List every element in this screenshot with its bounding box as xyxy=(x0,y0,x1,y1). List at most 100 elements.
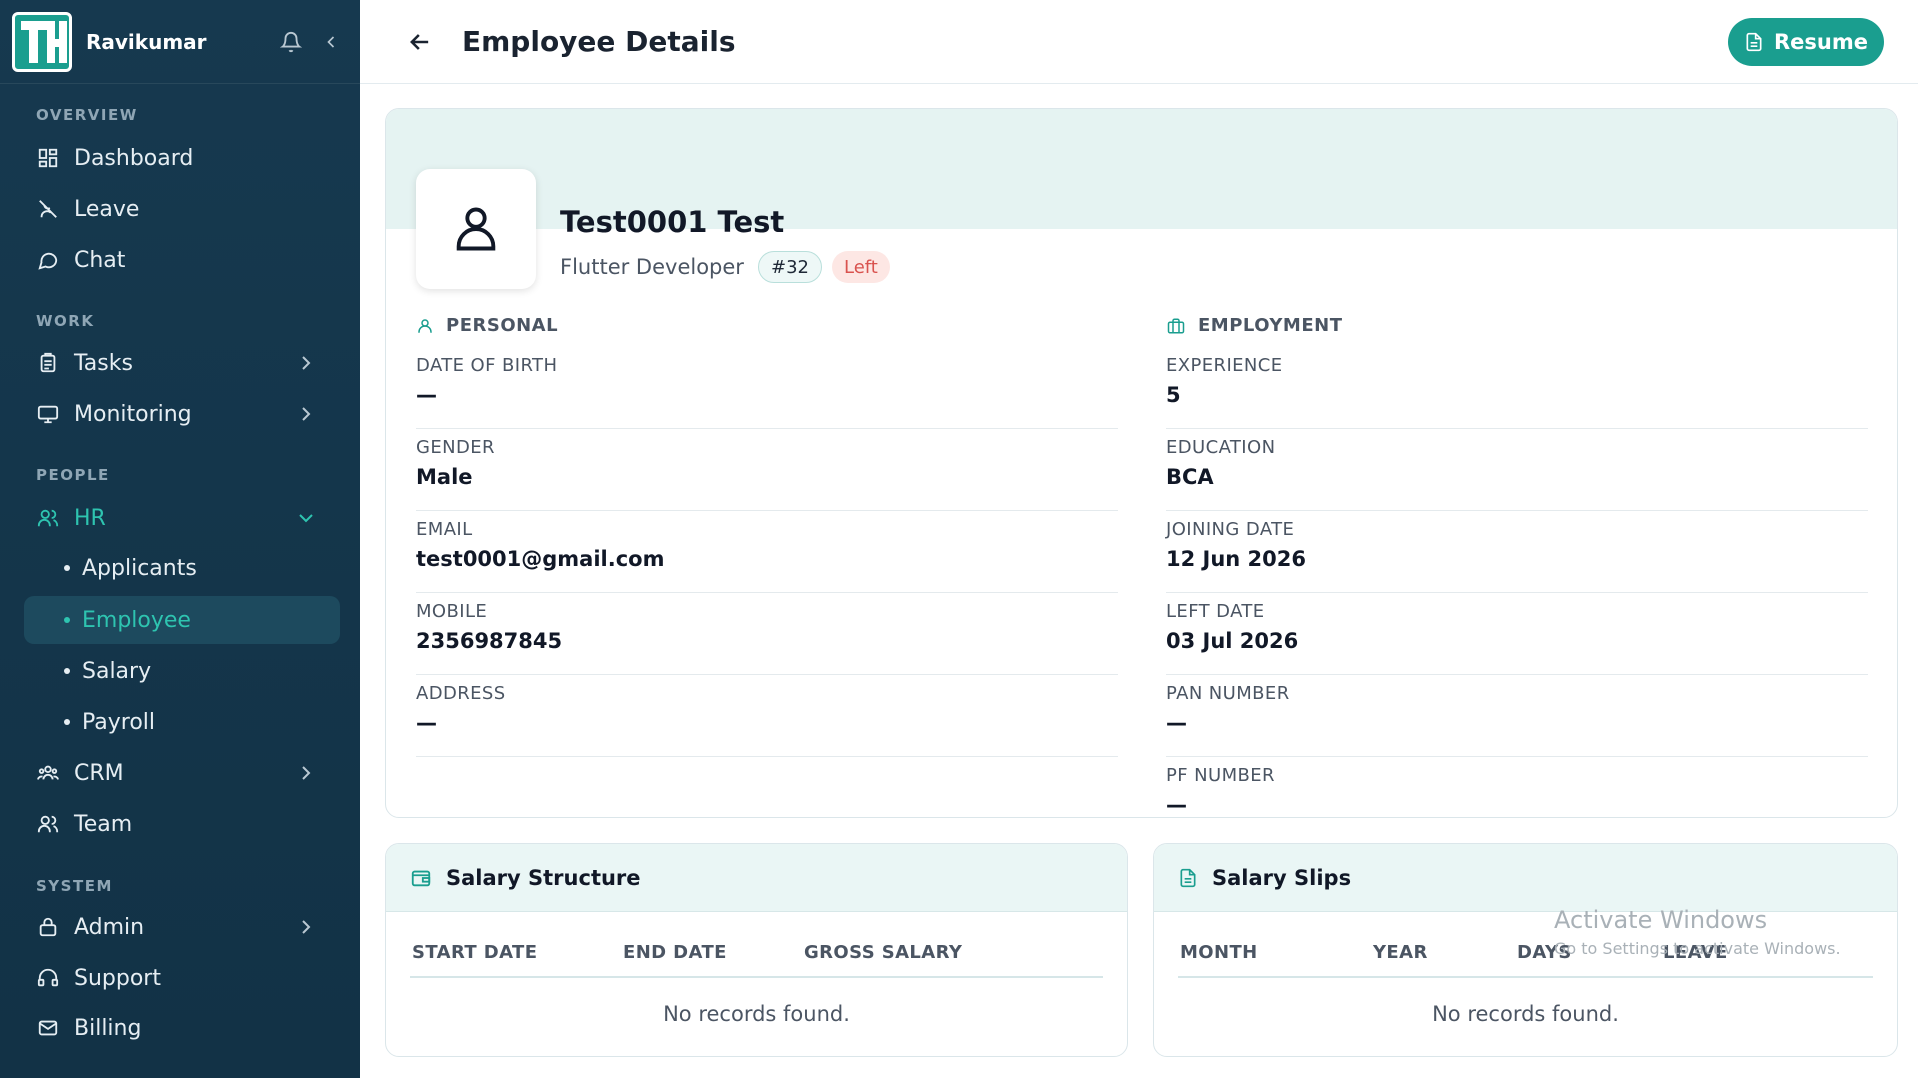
chat-icon xyxy=(36,248,60,272)
section-system: SYSTEM xyxy=(36,877,113,895)
employee-id-badge: #32 xyxy=(758,251,822,283)
nav-label: Employee xyxy=(82,607,191,633)
nav-salary[interactable]: Salary xyxy=(24,647,340,695)
column-header[interactable]: GROSS SALARY xyxy=(804,942,962,963)
support-headset-icon xyxy=(36,966,60,990)
salary-slips-header: Salary Slips xyxy=(1154,844,1897,912)
sidebar-header: Ravikumar xyxy=(0,0,360,84)
employee-role: Flutter Developer xyxy=(560,255,744,279)
sidebar: Ravikumar OVERVIEW Dashboard Leave Chat … xyxy=(0,0,360,1078)
app-logo[interactable] xyxy=(12,11,72,72)
field-experience: EXPERIENCE 5 xyxy=(1166,347,1868,429)
field-label: PAN NUMBER xyxy=(1166,683,1290,704)
nav-label: Monitoring xyxy=(74,401,192,427)
nav-label: Applicants xyxy=(82,555,197,581)
nav-label: Chat xyxy=(74,247,126,273)
monitor-icon xyxy=(36,402,60,426)
nav-applicants[interactable]: Applicants xyxy=(24,544,340,592)
card-title: Salary Slips xyxy=(1212,865,1352,890)
nav-admin[interactable]: Admin xyxy=(24,903,340,951)
resume-label: Resume xyxy=(1774,30,1868,54)
chevron-down-icon xyxy=(299,514,313,523)
section-people: PEOPLE xyxy=(36,466,110,484)
nav-billing[interactable]: Billing xyxy=(24,1004,340,1052)
field-value: Male xyxy=(416,465,473,489)
field-label: GENDER xyxy=(416,437,495,458)
nav-dashboard[interactable]: Dashboard xyxy=(24,134,340,182)
section-work: WORK xyxy=(36,312,95,330)
top-bar: Employee Details Resume xyxy=(360,0,1918,84)
nav-hr[interactable]: HR xyxy=(24,494,340,542)
column-header[interactable]: YEAR xyxy=(1373,942,1428,963)
user-name: Ravikumar xyxy=(86,29,207,54)
nav-crm[interactable]: CRM xyxy=(24,749,340,797)
nav-employee[interactable]: Employee xyxy=(24,596,340,644)
field-gender: GENDER Male xyxy=(416,429,1118,511)
nav-monitoring[interactable]: Monitoring xyxy=(24,390,340,438)
nav-leave[interactable]: Leave xyxy=(24,185,340,233)
field-value: test0001@gmail.com xyxy=(416,547,665,571)
salary-structure-card: Salary Structure START DATE END DATE GRO… xyxy=(385,843,1128,1057)
document-icon xyxy=(1746,32,1762,52)
field-address: ADDRESS — xyxy=(416,675,1118,757)
status-badge: Left xyxy=(832,251,890,283)
activation-watermark-title: Activate Windows xyxy=(1554,906,1768,934)
hr-users-icon xyxy=(36,506,60,530)
nav-chat[interactable]: Chat xyxy=(24,236,340,284)
nav-label: HR xyxy=(74,505,106,531)
nav-label: Leave xyxy=(74,196,140,222)
bell-icon[interactable] xyxy=(274,25,308,59)
nav-tasks[interactable]: Tasks xyxy=(24,339,340,387)
chevron-right-icon xyxy=(302,920,311,934)
nav-support[interactable]: Support xyxy=(24,954,340,1002)
page-title: Employee Details xyxy=(462,25,736,58)
field-mobile: MOBILE 2356987845 xyxy=(416,593,1118,675)
wallet-icon xyxy=(411,870,431,886)
column-header[interactable]: START DATE xyxy=(412,942,537,963)
field-value: BCA xyxy=(1166,465,1214,489)
field-pan-number: PAN NUMBER — xyxy=(1166,675,1868,757)
personal-section-title: PERSONAL xyxy=(416,315,558,336)
nav-team[interactable]: Team xyxy=(24,800,340,848)
field-label: MOBILE xyxy=(416,601,488,622)
employment-section-title: EMPLOYMENT xyxy=(1166,315,1342,336)
avatar xyxy=(416,169,536,289)
chevron-right-icon xyxy=(302,407,311,421)
field-value: — xyxy=(1166,711,1187,735)
team-icon xyxy=(36,812,60,836)
profile-card: Test0001 Test Flutter Developer #32 Left… xyxy=(385,108,1898,818)
field-left-date: LEFT DATE 03 Jul 2026 xyxy=(1166,593,1868,675)
back-arrow-icon[interactable] xyxy=(400,22,440,62)
nav-label: Team xyxy=(74,811,133,837)
nav-label: Admin xyxy=(74,914,145,940)
field-label: LEFT DATE xyxy=(1166,601,1265,622)
briefcase-icon xyxy=(1167,318,1185,333)
field-value: 2356987845 xyxy=(416,629,563,653)
section-label: PERSONAL xyxy=(446,315,559,336)
empty-message: No records found. xyxy=(663,1002,850,1026)
nav-label: CRM xyxy=(74,760,124,786)
card-title: Salary Structure xyxy=(446,865,641,890)
resume-button[interactable]: Resume xyxy=(1728,18,1884,66)
tasks-icon xyxy=(36,351,60,375)
person-icon xyxy=(418,318,432,333)
nav-payroll[interactable]: Payroll xyxy=(24,698,340,746)
nav-label: Tasks xyxy=(74,350,133,376)
field-value: — xyxy=(416,711,437,735)
field-label: EDUCATION xyxy=(1166,437,1276,458)
salary-structure-header: Salary Structure xyxy=(386,844,1127,912)
file-text-icon xyxy=(1180,868,1196,887)
field-value: — xyxy=(1166,793,1187,817)
field-value: — xyxy=(416,383,437,407)
field-label: PF NUMBER xyxy=(1166,765,1275,786)
field-value: 12 Jun 2026 xyxy=(1166,547,1307,571)
chevron-right-icon xyxy=(302,766,311,780)
nav-label: Salary xyxy=(82,658,152,684)
field-label: EMAIL xyxy=(416,519,473,540)
collapse-chevron-icon[interactable] xyxy=(314,25,348,59)
user-icon xyxy=(456,207,496,251)
column-header[interactable]: END DATE xyxy=(623,942,727,963)
field-joining-date: JOINING DATE 12 Jun 2026 xyxy=(1166,511,1868,593)
billing-mail-icon xyxy=(36,1016,60,1040)
column-header[interactable]: MONTH xyxy=(1180,942,1258,963)
